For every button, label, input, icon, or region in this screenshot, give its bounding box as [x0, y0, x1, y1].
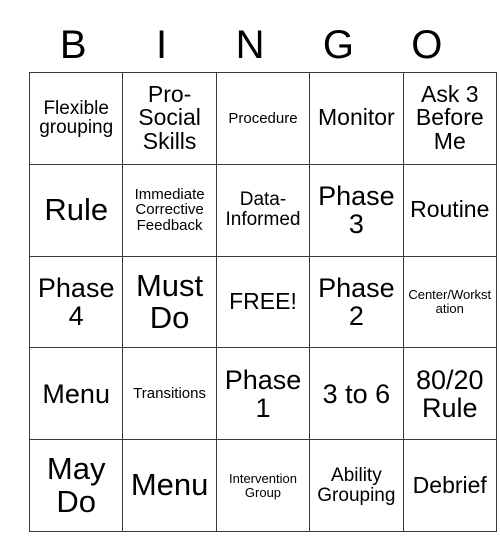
- bingo-cell[interactable]: Phase 2: [309, 255, 404, 349]
- bingo-row: May Do Menu Intervention Group Ability G…: [28, 439, 497, 532]
- bingo-row: Menu Transitions Phase 1 3 to 6 80/20 Ru…: [28, 347, 497, 441]
- bingo-cell[interactable]: Routine: [402, 163, 497, 257]
- bingo-card: B I N G O Flexible grouping Pro-Social S…: [28, 18, 497, 532]
- bingo-cell[interactable]: 80/20 Rule: [402, 347, 497, 441]
- bingo-cell[interactable]: Flexible grouping: [28, 72, 124, 165]
- bingo-header-letter-o: O: [411, 23, 443, 67]
- bingo-cell[interactable]: Menu: [122, 439, 217, 532]
- bingo-header-letter-i: I: [156, 23, 168, 67]
- bingo-header-letter-b: B: [59, 23, 87, 67]
- bingo-cell[interactable]: Pro-Social Skills: [122, 72, 217, 165]
- bingo-header-letter-n: N: [235, 23, 265, 67]
- bingo-cell[interactable]: Procedure: [215, 72, 311, 165]
- bingo-cell[interactable]: 3 to 6: [309, 347, 404, 441]
- bingo-header-letter-g: G: [322, 23, 354, 67]
- bingo-cell[interactable]: Phase 3: [309, 163, 404, 257]
- bingo-row: Phase 4 Must Do FREE! Phase 2 Center/Wor…: [28, 255, 497, 349]
- bingo-cell[interactable]: Transitions: [122, 347, 217, 441]
- bingo-row: Flexible grouping Pro-Social Skills Proc…: [28, 72, 497, 165]
- bingo-cell[interactable]: Immediate Corrective Feedback: [122, 163, 217, 257]
- bingo-cell[interactable]: May Do: [28, 439, 124, 532]
- bingo-cell[interactable]: Intervention Group: [215, 439, 311, 532]
- bingo-grid: Flexible grouping Pro-Social Skills Proc…: [28, 72, 497, 532]
- bingo-cell[interactable]: Phase 4: [28, 255, 124, 349]
- bingo-row: Rule Immediate Corrective Feedback Data-…: [28, 163, 497, 257]
- bingo-cell[interactable]: Menu: [28, 347, 124, 441]
- bingo-cell[interactable]: Ability Grouping: [309, 439, 404, 532]
- bingo-cell[interactable]: Ask 3 Before Me: [402, 72, 497, 165]
- bingo-cell[interactable]: Monitor: [309, 72, 404, 165]
- bingo-cell-free[interactable]: FREE!: [215, 255, 311, 349]
- bingo-cell[interactable]: Data-Informed: [215, 163, 311, 257]
- bingo-cell[interactable]: Rule: [28, 163, 124, 257]
- bingo-cell[interactable]: Debrief: [402, 439, 497, 532]
- bingo-cell[interactable]: Must Do: [122, 255, 217, 349]
- bingo-header: B I N G O: [29, 18, 471, 72]
- bingo-cell[interactable]: Center/Workstation: [402, 255, 497, 349]
- bingo-cell[interactable]: Phase 1: [215, 347, 311, 441]
